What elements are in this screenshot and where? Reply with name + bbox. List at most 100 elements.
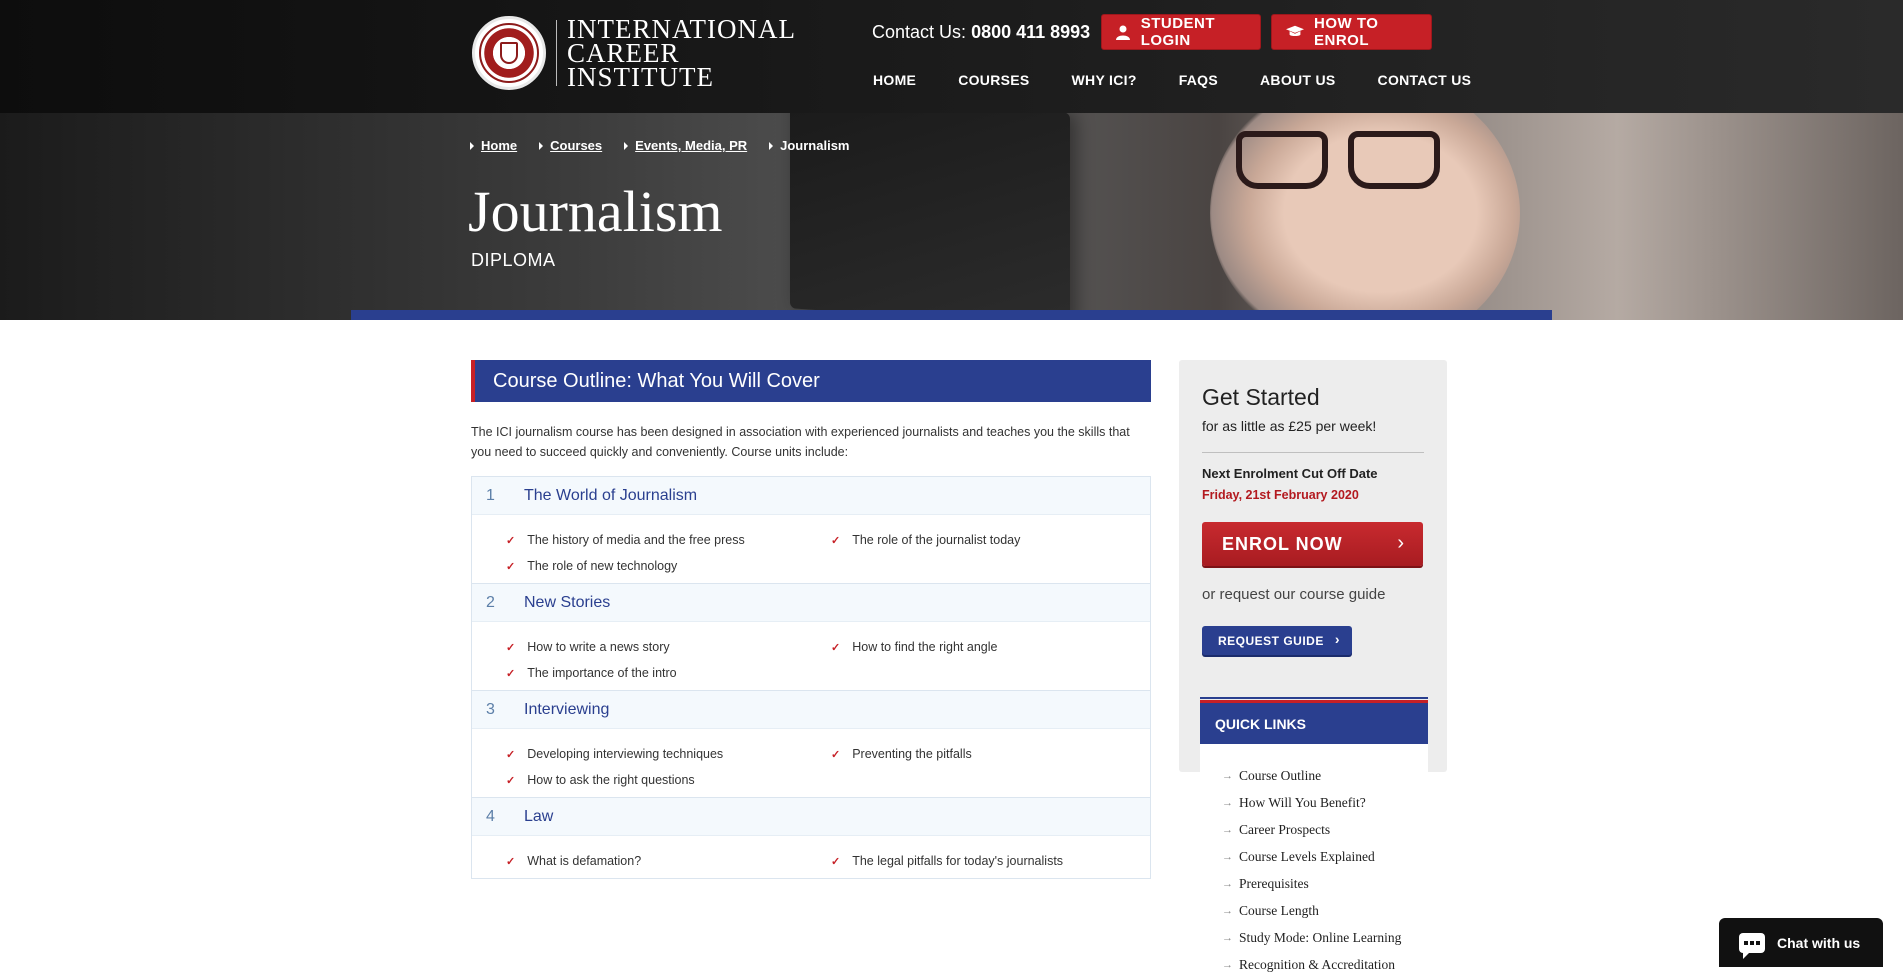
- nav-home[interactable]: HOME: [873, 72, 916, 88]
- unit-item-text: The importance of the intro: [527, 666, 677, 680]
- unit-item: ✓ Developing interviewing techniques: [506, 747, 831, 761]
- check-icon: ✓: [506, 560, 516, 573]
- request-guide-button[interactable]: REQUEST GUIDE ›: [1202, 626, 1352, 655]
- unit-item-text: How to ask the right questions: [527, 773, 695, 787]
- check-icon: ✓: [506, 641, 516, 654]
- unit-item: ✓ How to find the right angle: [831, 640, 1156, 654]
- nav-courses[interactable]: COURSES: [958, 72, 1029, 88]
- quick-links-title: QUICK LINKS: [1200, 697, 1428, 744]
- unit-item-text: Developing interviewing techniques: [527, 747, 724, 761]
- quick-link-label: How Will You Benefit?: [1239, 794, 1366, 810]
- arrow-right-icon: →: [1222, 796, 1233, 809]
- unit-item: ✓ The importance of the intro: [506, 666, 831, 680]
- breadcrumb-current: Journalism: [780, 138, 850, 153]
- chevron-right-icon: ›: [1334, 631, 1340, 647]
- quick-link[interactable]: → Course Outline: [1222, 762, 1428, 789]
- check-icon: ✓: [506, 534, 516, 547]
- quick-link-label: Course Levels Explained: [1239, 848, 1375, 864]
- check-icon: ✓: [506, 774, 516, 787]
- quick-link-label: Career Prospects: [1239, 821, 1331, 837]
- how-to-enrol-label: HOW TO ENROL: [1314, 15, 1379, 49]
- check-icon: ✓: [506, 748, 516, 761]
- quick-link[interactable]: → How Will You Benefit?: [1222, 789, 1428, 816]
- unit: 2 New Stories ✓ How to write a news story…: [472, 584, 1150, 691]
- unit-item: ✓ The role of the journalist today: [831, 533, 1156, 547]
- unit-item-text: Preventing the pitfalls: [852, 747, 972, 761]
- course-intro: The ICI journalism course has been desig…: [471, 425, 1130, 459]
- section-title: Course Outline: What You Will Cover: [471, 360, 1151, 402]
- hero-banner: Home Courses Events, Media, PR Journalis…: [0, 113, 1903, 320]
- unit-title: New Stories: [524, 593, 611, 611]
- site-header: INTERNATIONAL CAREER INSTITUTE Contact U…: [0, 0, 1903, 113]
- quick-link[interactable]: → Course Levels Explained: [1222, 843, 1428, 870]
- unit-item-text: How to write a news story: [527, 640, 670, 654]
- crest-icon: [472, 16, 546, 90]
- check-icon: ✓: [506, 667, 516, 680]
- unit-title: Interviewing: [524, 700, 610, 718]
- nav-why-ici[interactable]: WHY ICI?: [1072, 72, 1137, 88]
- unit-number: 3: [486, 700, 495, 718]
- quick-links-panel: QUICK LINKS → Course Outline → How Will Yo…: [1200, 697, 1428, 972]
- quick-link[interactable]: → Study Mode: Online Learning: [1222, 924, 1428, 951]
- how-to-enrol-button[interactable]: HOW TO ENROL: [1271, 14, 1432, 50]
- unit-number: 2: [486, 593, 495, 611]
- chat-label: Chat with us: [1777, 934, 1861, 951]
- hero-glasses-image: [1236, 131, 1456, 191]
- unit-item-text: The history of media and the free press: [527, 533, 745, 547]
- unit-title: The World of Journalism: [524, 486, 698, 504]
- unit: 4 Law ✓ What is defamation? ✓ The legal pi…: [472, 798, 1150, 879]
- quick-link[interactable]: → Prerequisites: [1222, 870, 1428, 897]
- unit-item-text: The role of new technology: [527, 559, 678, 573]
- chevron-right-icon: ›: [1397, 532, 1405, 554]
- nav-faqs[interactable]: FAQS: [1179, 72, 1218, 88]
- unit-item-text: The legal pitfalls for today's journalis…: [852, 854, 1064, 868]
- enrol-now-button[interactable]: ENROL NOW ›: [1202, 522, 1423, 566]
- quick-link-label: Study Mode: Online Learning: [1239, 929, 1402, 945]
- contact-label: Contact Us:: [872, 22, 967, 42]
- unit-item: ✓ Preventing the pitfalls: [831, 747, 1156, 761]
- quick-link[interactable]: → Course Length: [1222, 897, 1428, 924]
- arrow-right-icon: →: [1222, 877, 1233, 890]
- enrol-now-label: ENROL NOW: [1222, 533, 1343, 554]
- logo-line-3: INSTITUTE: [567, 62, 714, 92]
- unit-item-text: What is defamation?: [527, 854, 642, 868]
- student-login-button[interactable]: STUDENT LOGIN: [1101, 14, 1261, 50]
- phone-number[interactable]: 0800 411 8993: [971, 22, 1090, 42]
- contact-phone[interactable]: Contact Us: 0800 411 8993: [872, 22, 1090, 43]
- logo[interactable]: INTERNATIONAL CAREER INSTITUTE: [472, 16, 796, 92]
- unit-item: ✓ How to write a news story: [506, 640, 831, 654]
- unit-header: 3 Interviewing: [472, 691, 1150, 729]
- breadcrumb-events-media-pr[interactable]: Events, Media, PR: [635, 138, 747, 153]
- nav-contact-us[interactable]: CONTACT US: [1378, 72, 1472, 88]
- check-icon: ✓: [831, 534, 841, 547]
- unit-header: 4 Law: [472, 798, 1150, 836]
- unit-number: 1: [486, 486, 495, 504]
- breadcrumb-courses[interactable]: Courses: [550, 138, 602, 153]
- arrow-right-icon: →: [1222, 904, 1233, 917]
- check-icon: ✓: [831, 641, 841, 654]
- quick-link[interactable]: → Recognition & Accreditation: [1222, 951, 1428, 978]
- page-subtitle: DIPLOMA: [471, 250, 556, 270]
- quick-link[interactable]: → Career Prospects: [1222, 816, 1428, 843]
- unit-items: ✓ How to write a news story ✓ How to find …: [472, 622, 1150, 690]
- arrow-right-icon: →: [1222, 931, 1233, 944]
- unit-header: 2 New Stories: [472, 584, 1150, 622]
- quick-link-label: Prerequisites: [1239, 875, 1309, 891]
- chat-bubble-icon: [1739, 932, 1765, 959]
- quick-link-label: Course Outline: [1239, 767, 1322, 783]
- check-icon: ✓: [831, 855, 841, 868]
- breadcrumb-home[interactable]: Home: [481, 138, 517, 153]
- check-icon: ✓: [506, 855, 516, 868]
- user-icon: [1116, 24, 1131, 40]
- chat-widget-button[interactable]: Chat with us: [1719, 918, 1883, 967]
- quick-links-list: → Course Outline → How Will You Benefit? →…: [1200, 744, 1428, 978]
- page-title: Journalism: [468, 179, 723, 244]
- nav-about-us[interactable]: ABOUT US: [1260, 72, 1336, 88]
- unit: 3 Interviewing ✓ Developing interviewing …: [472, 691, 1150, 798]
- breadcrumb: Home Courses Events, Media, PR Journalis…: [470, 138, 872, 153]
- unit-items: ✓ Developing interviewing techniques ✓ Pre…: [472, 729, 1150, 797]
- arrow-right-icon: →: [1222, 958, 1233, 971]
- graduation-cap-icon: [1286, 24, 1304, 40]
- get-started-subtitle: for as little as £25 per week!: [1202, 418, 1377, 434]
- main-content: Course Outline: What You Will Cover The …: [471, 360, 1151, 879]
